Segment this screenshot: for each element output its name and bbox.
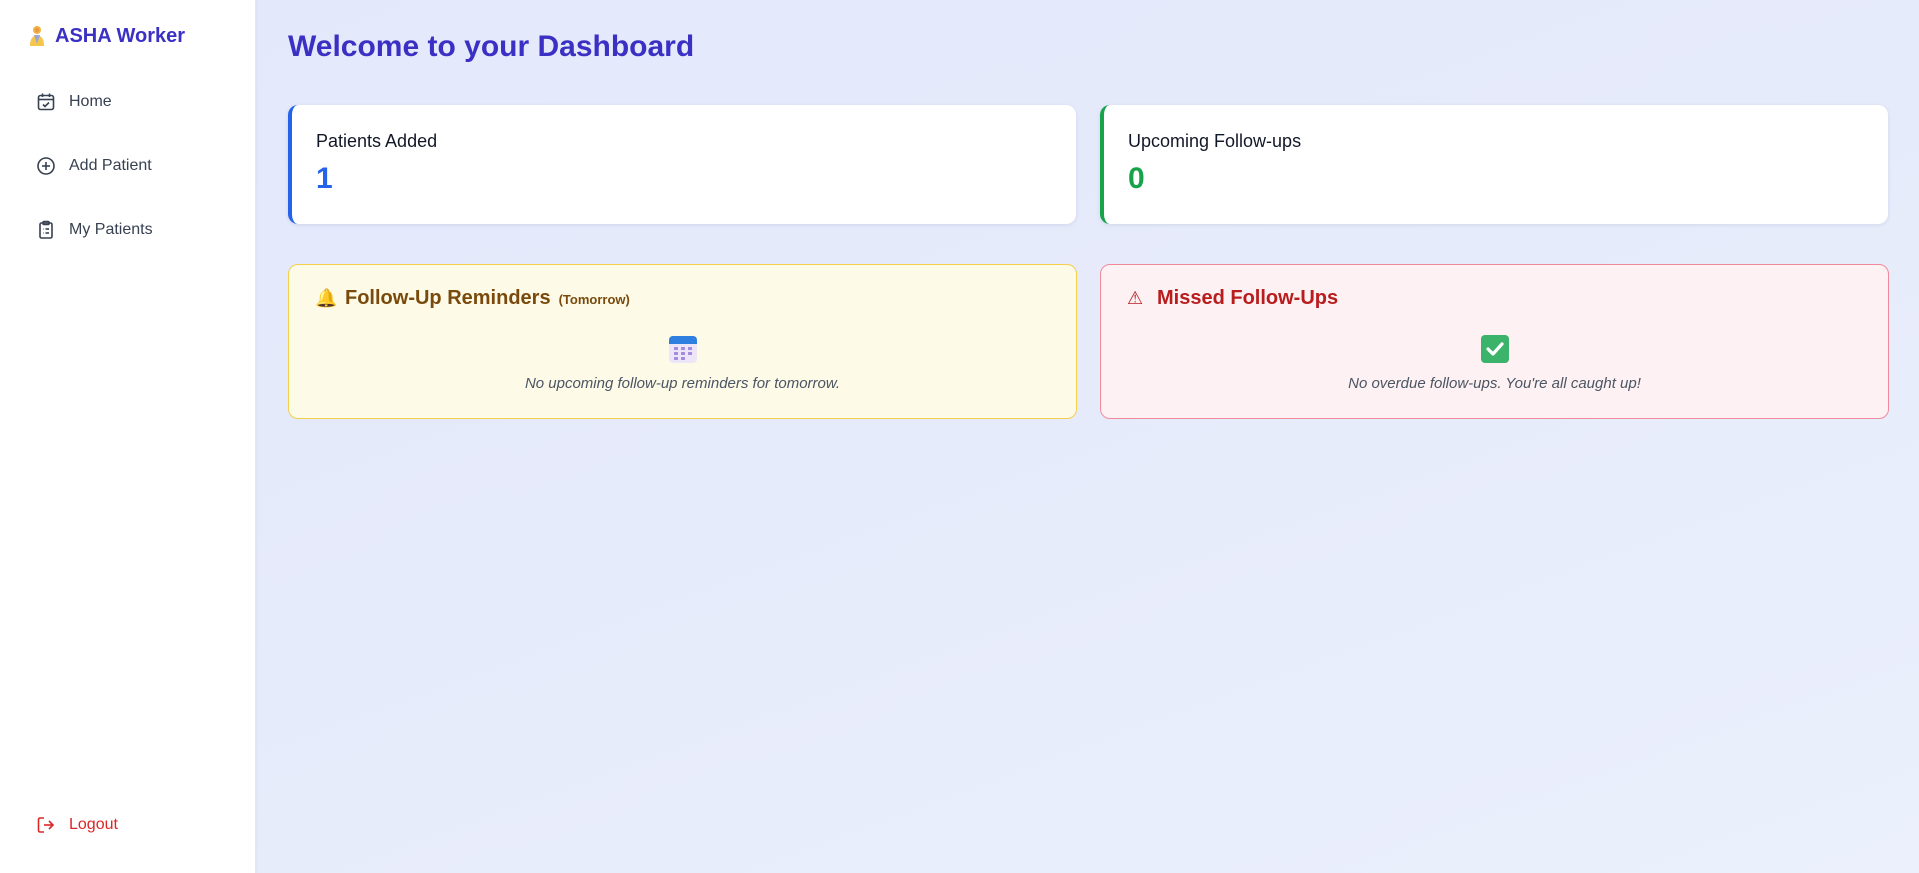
stat-card-upcoming-follow-ups: Upcoming Follow-ups 0: [1100, 105, 1888, 224]
sidebar-item-label: Home: [69, 93, 112, 110]
panel-title: Missed Follow-Ups: [1157, 287, 1339, 309]
plus-circle-icon: [36, 156, 56, 176]
stat-value: 1: [316, 162, 333, 195]
asha-worker-icon: [27, 24, 47, 48]
page-title: Welcome to your Dashboard: [288, 30, 695, 63]
stat-label: Upcoming Follow-ups: [1128, 131, 1302, 151]
logout-icon: [36, 815, 56, 835]
empty-state-text: No overdue follow-ups. You're all caught…: [1348, 375, 1641, 392]
sidebar-item-home[interactable]: Home: [0, 80, 256, 124]
logout-label: Logout: [69, 816, 118, 833]
bell-icon: 🔔: [315, 288, 338, 308]
sidebar-item-label: Add Patient: [69, 157, 152, 174]
sidebar-nav: Home Add Patient My Patients: [0, 80, 256, 272]
sidebar: ASHA Worker Home Add Patient My Patients…: [0, 0, 256, 873]
stat-value: 0: [1128, 162, 1145, 195]
sidebar-item-add-patient[interactable]: Add Patient: [0, 144, 256, 188]
panel-title: Follow-Up Reminders: [345, 287, 551, 309]
sidebar-item-my-patients[interactable]: My Patients: [0, 208, 256, 252]
check-mark-icon: [1479, 333, 1511, 365]
calendar-icon: [667, 333, 699, 365]
sidebar-item-label: My Patients: [69, 221, 153, 238]
brand[interactable]: ASHA Worker: [27, 24, 185, 48]
missed-follow-ups-panel: ⚠ Missed Follow-Ups No overdue follow-up…: [1100, 264, 1889, 419]
calendar-check-icon: [36, 92, 56, 112]
warning-icon: ⚠: [1127, 288, 1144, 308]
brand-title: ASHA Worker: [55, 24, 186, 47]
logout-button[interactable]: Logout: [36, 815, 118, 835]
empty-state-text: No upcoming follow-up reminders for tomo…: [524, 375, 841, 392]
follow-up-reminders-panel: 🔔 Follow-Up Reminders (Tomorrow) No upco…: [288, 264, 1077, 419]
panel-subtitle: (Tomorrow): [558, 292, 630, 307]
stat-card-patients-added: Patients Added 1: [288, 105, 1076, 224]
stat-label: Patients Added: [316, 131, 438, 151]
clipboard-list-icon: [36, 220, 56, 240]
